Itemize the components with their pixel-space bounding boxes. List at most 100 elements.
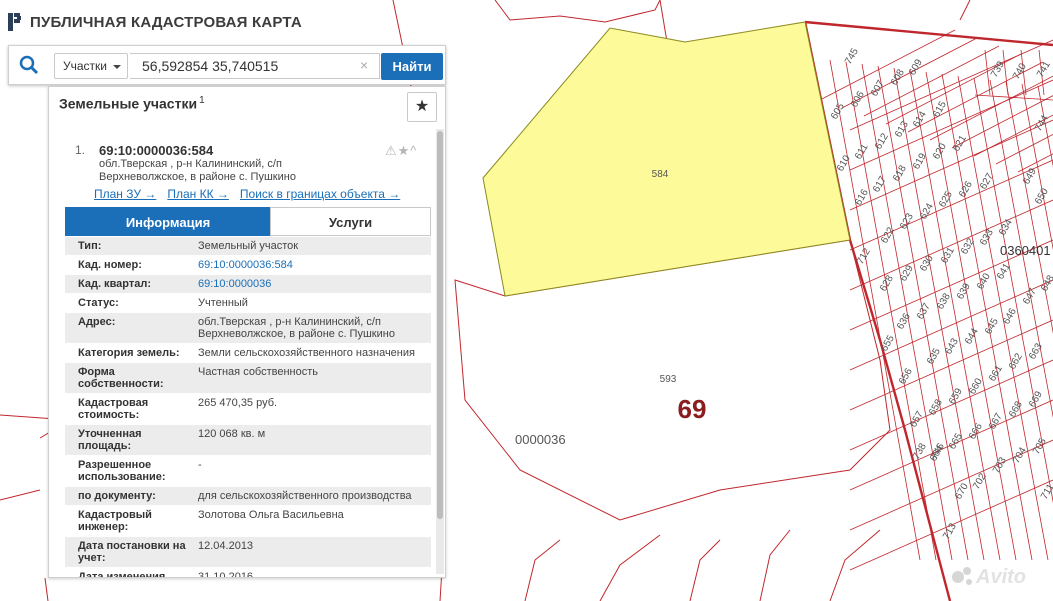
favorite-star-button[interactable]: ★ [407,92,437,122]
search-button[interactable]: Найти [381,53,443,80]
parcel-number-label[interactable]: 618 [891,163,909,183]
attribute-row: Тип: Земельный участок [65,237,431,256]
parcel-number-label[interactable]: 657 [908,409,926,429]
scrollbar-thumb[interactable] [437,131,443,519]
parcel-number-label[interactable]: 633 [978,227,996,247]
parcel-number-label[interactable]: 634 [997,217,1015,237]
search-in-bounds-link[interactable]: Поиск в границах объекта → [240,187,400,201]
parcel-number-label[interactable]: 614 [911,109,929,129]
parcel-number-label[interactable]: 625 [937,189,955,209]
result-tools-icons[interactable]: ⚠★^ [385,143,417,159]
parcel-number-label[interactable]: 644 [963,326,981,346]
parcel-number-label[interactable]: 643 [943,336,961,356]
parcel-number-label[interactable]: 738 [911,441,929,461]
search-icon[interactable] [19,55,39,75]
attribute-key: по документу: [78,490,156,502]
parcel-number-label[interactable]: 740 [1011,61,1029,81]
attribute-value[interactable]: 69:10:0000036 [198,278,423,290]
info-tabs: Информация Услуги [65,207,431,237]
parcel-number-label[interactable]: 617 [871,174,889,194]
neighbor-parcel-label: 593 [660,374,677,385]
parcel-number-label[interactable]: 610 [835,153,853,173]
parcel-number-label[interactable]: 607 [869,78,887,98]
selected-parcel-label: 584 [652,169,669,180]
logo-icon [8,13,21,31]
attribute-row: Разрешенное использование: - [65,456,431,487]
attribute-row: Кадастровая стоимость: 265 470,35 руб. [65,394,431,425]
parcel-number-label[interactable]: 620 [931,141,949,161]
quarter-label: 0000036 [515,432,566,447]
tab-services[interactable]: Услуги [270,207,431,236]
parcel-number-label[interactable]: 632 [959,236,977,256]
tab-information[interactable]: Информация [65,207,271,236]
parcel-number-label[interactable]: 746 [929,441,947,461]
attribute-value: Частная собственность [198,366,319,378]
parcel-number-label[interactable]: 636 [895,311,913,331]
parcel-number-label[interactable]: 668 [1007,399,1025,419]
parcel-number-label[interactable]: 656 [897,366,915,386]
parcel-number-label[interactable]: 645 [983,316,1001,336]
parcel-number-label[interactable]: 702 [971,471,989,491]
attribute-value: Земельный участок [198,240,299,252]
parcel-number-label[interactable]: 705 [1031,436,1049,456]
parcel-number-label[interactable]: 658 [927,397,945,417]
parcel-number-label[interactable]: 619 [911,151,929,171]
parcel-number-label[interactable]: 608 [889,67,907,87]
parcel-number-label[interactable]: 666 [967,421,985,441]
parcel-number-label[interactable]: 624 [918,201,936,221]
parcel-number-label[interactable]: 659 [947,386,965,406]
parcel-number-label[interactable]: 613 [893,119,911,139]
parcel-number-label[interactable]: 612 [873,131,891,151]
parcel-number-label[interactable]: 637 [915,301,933,321]
selected-parcel-584[interactable] [482,21,851,297]
parcel-number-label[interactable]: 667 [987,411,1005,431]
parcel-number-label[interactable]: 665 [947,431,965,451]
parcel-number-label[interactable]: 647 [1021,286,1039,306]
plan-kk-link[interactable]: План КК → [167,187,229,201]
search-input[interactable]: 56,592854 35,740515 [130,53,380,79]
result-cad-number[interactable]: 69:10:0000036:584 [99,143,213,158]
parcel-number-label[interactable]: 627 [978,171,996,191]
parcel-number-label[interactable]: 631 [939,245,957,265]
panel-title-text: Земельные участки [59,95,198,112]
parcel-number-label[interactable]: 648 [1039,273,1053,293]
parcel-number-label[interactable]: 635 [925,346,943,366]
clear-icon[interactable]: × [360,55,368,75]
app-brand[interactable]: ПУБЛИЧНАЯ КАДАСТРОВАЯ КАРТА [8,10,302,34]
parcel-number-label[interactable]: 609 [907,57,925,77]
parcel-number-label[interactable]: 611 [853,142,871,162]
parcel-number-label[interactable]: 616 [853,187,871,207]
parcel-number-label[interactable]: 605 [829,101,847,121]
parcel-number-label[interactable]: 703 [991,455,1009,475]
attribute-value: Земли сельскохозяйственного назначения [198,347,415,359]
parcel-number-label[interactable]: 661 [987,363,1005,383]
parcel-number-label[interactable]: 741 [1035,59,1053,79]
search-bar: Участки 56,592854 35,740515 × Найти [8,45,446,85]
parcel-number-label[interactable]: 670 [953,481,971,501]
parcel-number-label[interactable]: 630 [918,253,936,273]
results-panel: Земельные участки 1 ★ 1. 69:10:0000036:58… [48,86,446,578]
attribute-value[interactable]: 69:10:0000036:584 [198,259,423,271]
search-type-select[interactable]: Участки [54,53,128,79]
scrollbar[interactable] [436,129,444,574]
parcel-number-label[interactable]: 713 [941,521,959,541]
parcel-number-label[interactable]: 745 [843,46,861,66]
parcel-number-label[interactable]: 639 [955,281,973,301]
plan-zu-link[interactable]: План ЗУ → [94,187,156,201]
parcel-number-label[interactable]: 669 [1027,389,1045,409]
attributes-table: Тип: Земельный участок Кад. номер: 69:10:00… [65,237,431,577]
parcel-number-label[interactable]: 615 [931,99,949,119]
parcel-number-label[interactable]: 629 [898,263,916,283]
parcel-number-label[interactable]: 744 [1033,113,1051,133]
parcel-number-label[interactable]: 640 [975,271,993,291]
parcel-number-label[interactable]: 646 [1001,306,1019,326]
parcel-number-label[interactable]: 623 [898,211,916,231]
parcel-number-label[interactable]: 626 [957,179,975,199]
attribute-key: Тип: [78,240,102,252]
parcel-number-label[interactable]: 711 [1039,482,1053,502]
parcel-number-label[interactable]: 704 [1011,445,1029,465]
parcel-number-label[interactable]: 638 [935,291,953,311]
parcel-number-label[interactable]: 650 [1033,186,1051,206]
parcel-number-label[interactable]: 712 [855,246,873,266]
attribute-row: Дата постановки на учет: 12.04.2013 [65,537,431,568]
